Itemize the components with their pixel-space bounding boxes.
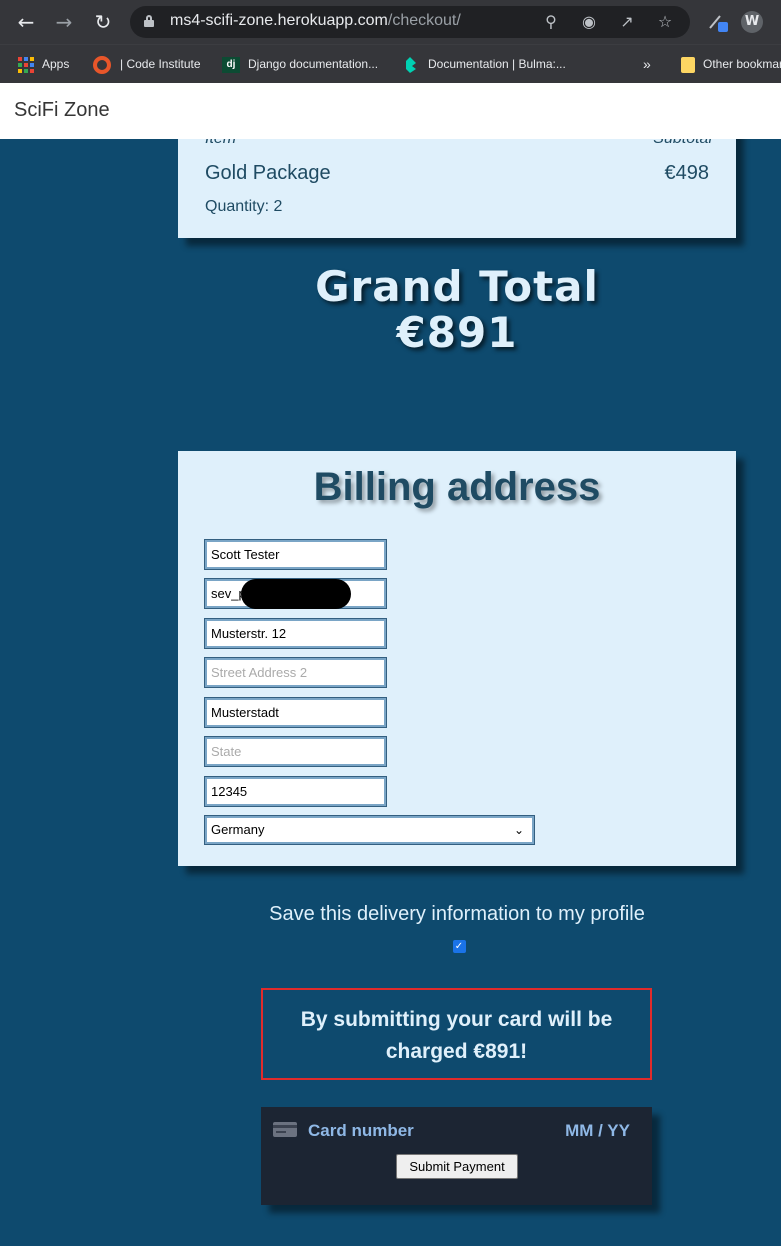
- redaction-mark: [241, 579, 351, 609]
- bookmark-code-institute[interactable]: | Code Institute: [93, 54, 201, 74]
- bookmarks-bar: Apps | Code Institute dj Django documenta…: [0, 44, 781, 83]
- folder-icon: [681, 56, 695, 73]
- grand-total-value: €891: [396, 308, 518, 357]
- reload-icon[interactable]: ↻: [89, 8, 117, 36]
- card-expiry-input[interactable]: MM / YY: [565, 1121, 630, 1141]
- profile-avatar[interactable]: W: [741, 11, 763, 33]
- grand-total: Grand Total €891: [178, 264, 736, 356]
- street-address-2-input[interactable]: [204, 657, 387, 688]
- bookmark-label: Other bookmarks: [703, 57, 781, 71]
- item-subtotal: €498: [664, 162, 710, 184]
- browser-toolbar: ← → ↻ ms4-scifi-zone.herokuapp.com/check…: [0, 0, 781, 44]
- billing-title: Billing address: [313, 465, 601, 509]
- bookmark-label: Apps: [42, 57, 70, 71]
- card-number-input[interactable]: Card number: [308, 1121, 414, 1141]
- forward-arrow-icon[interactable]: →: [50, 8, 78, 36]
- charge-warning-line1: By submitting your card will be: [300, 1008, 613, 1031]
- code-institute-icon: [93, 55, 111, 74]
- share-icon[interactable]: ↗: [616, 11, 638, 33]
- full-name-input[interactable]: [204, 539, 387, 570]
- save-info-label: Save this delivery information to my pro…: [269, 903, 645, 925]
- back-arrow-icon[interactable]: ←: [12, 8, 40, 36]
- street-address-1-input[interactable]: [204, 618, 387, 649]
- site-brand[interactable]: SciFi Zone: [14, 99, 110, 122]
- card-payment-box: Card number MM / YY Submit Payment: [261, 1107, 652, 1205]
- country-select[interactable]: Germany ⌄: [204, 815, 535, 845]
- billing-address-card: Billing address Germany ⌄: [178, 451, 736, 866]
- star-icon[interactable]: ☆: [654, 11, 676, 33]
- grand-total-label: Grand Total: [315, 262, 599, 311]
- url-path: /checkout/: [387, 12, 461, 29]
- bulma-icon: [404, 56, 420, 73]
- bookmarks-overflow[interactable]: »: [643, 54, 651, 74]
- bookmark-label: Django documentation...: [248, 57, 379, 71]
- town-city-input[interactable]: [204, 697, 387, 728]
- submit-payment-button[interactable]: Submit Payment: [396, 1154, 518, 1179]
- save-info-checkbox[interactable]: ✓: [452, 940, 466, 954]
- charge-warning: By submitting your card will be charged …: [261, 988, 652, 1080]
- bookmark-bulma[interactable]: Documentation | Bulma:...: [404, 54, 566, 74]
- bookmark-other[interactable]: Other bookmarks: [681, 54, 781, 74]
- chevron-down-icon: ⌄: [513, 823, 524, 837]
- bookmark-apps[interactable]: Apps: [18, 54, 69, 74]
- zoom-icon[interactable]: ⚲: [540, 11, 562, 33]
- eye-slash-icon[interactable]: ◉: [578, 11, 600, 33]
- address-bar[interactable]: ms4-scifi-zone.herokuapp.com/checkout/ ⚲…: [130, 6, 690, 38]
- state-input[interactable]: [204, 736, 387, 767]
- bookmark-django[interactable]: dj Django documentation...: [222, 54, 378, 74]
- apps-grid-icon: [18, 56, 34, 73]
- item-name: Gold Package: [205, 162, 331, 184]
- credit-card-icon: [273, 1122, 297, 1137]
- postcode-input[interactable]: [204, 776, 387, 807]
- item-quantity: Quantity: 2: [205, 198, 283, 215]
- url-host: ms4-scifi-zone.herokuapp.com: [170, 12, 388, 29]
- bookmark-label: Documentation | Bulma:...: [428, 57, 566, 71]
- url-text: ms4-scifi-zone.herokuapp.com/checkout/: [170, 12, 461, 30]
- bookmark-label: | Code Institute: [120, 57, 201, 71]
- browser-chrome: ← → ↻ ms4-scifi-zone.herokuapp.com/check…: [0, 0, 781, 83]
- charge-warning-line2: charged €891!: [385, 1040, 528, 1063]
- lock-icon: [144, 15, 154, 27]
- django-icon: dj: [222, 56, 240, 73]
- extension-icon[interactable]: [706, 10, 730, 34]
- site-navbar: SciFi Zone: [0, 83, 781, 139]
- save-info-row: Save this delivery information to my pro…: [262, 898, 652, 962]
- country-selected-value: Germany: [211, 822, 265, 837]
